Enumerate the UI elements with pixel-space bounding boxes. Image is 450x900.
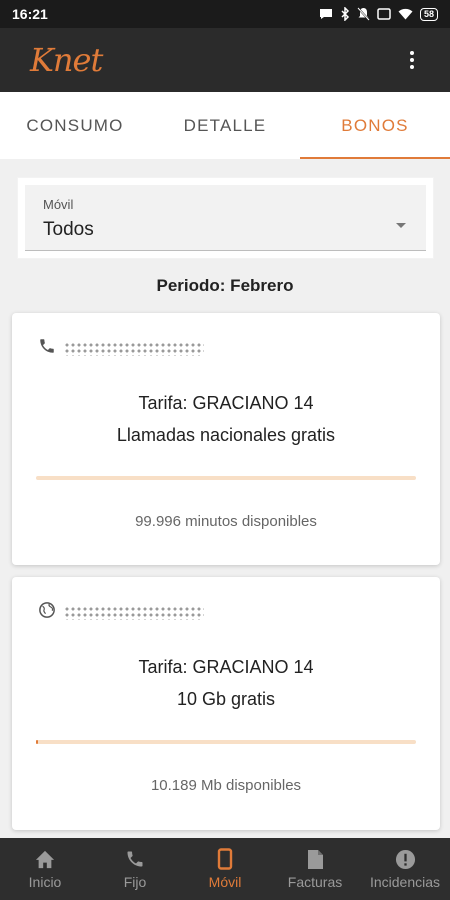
bono-description: Llamadas nacionales gratis <box>116 425 336 445</box>
mute-icon <box>357 7 370 21</box>
nav-movil[interactable]: Móvil <box>180 838 270 900</box>
nav-label: Incidencias <box>369 874 441 890</box>
bono-available: 10.189 Mb disponibles <box>150 777 302 794</box>
screen-icon <box>377 8 391 20</box>
movil-select-value: Todos <box>43 219 94 240</box>
movil-select-card: Móvil Todos <box>18 178 433 258</box>
nav-facturas[interactable]: Facturas <box>270 838 360 900</box>
nav-label: Facturas <box>287 874 343 890</box>
bono-card: Tarifa: GRACIANO 14 Llamadas nacionales … <box>12 313 440 565</box>
wifi-icon <box>398 8 413 20</box>
bono-tariff: Tarifa: GRACIANO 14 <box>138 393 314 413</box>
tab-bonos[interactable]: BONOS <box>300 92 450 159</box>
movil-select-label: Móvil <box>43 197 74 212</box>
globe-icon <box>38 601 56 624</box>
alert-icon <box>395 848 416 870</box>
tab-consumo[interactable]: CONSUMO <box>0 92 150 159</box>
chat-icon <box>319 8 333 20</box>
dropdown-caret-icon <box>396 223 406 228</box>
period-title: Periodo: Febrero <box>156 276 294 295</box>
document-icon <box>307 848 324 870</box>
nav-fijo[interactable]: Fijo <box>90 838 180 900</box>
status-time: 16:21 <box>12 6 48 22</box>
bottom-navigation: Inicio Fijo Móvil Facturas Incidencias <box>0 838 450 900</box>
bono-progress-bar <box>36 476 416 480</box>
bono-card: Tarifa: GRACIANO 14 10 Gb gratis 10.189 … <box>12 577 440 830</box>
bono-line <box>38 337 204 360</box>
more-options-icon[interactable] <box>402 45 422 75</box>
tab-detalle[interactable]: DETALLE <box>150 92 300 159</box>
bono-available: 99.996 minutos disponibles <box>135 513 317 530</box>
nav-label: Fijo <box>123 874 147 890</box>
battery-icon: 58 <box>419 7 438 21</box>
phone-icon <box>125 848 145 870</box>
status-icons: 58 <box>319 7 438 21</box>
mobile-icon <box>217 848 233 870</box>
nav-inicio[interactable]: Inicio <box>0 838 90 900</box>
nav-label: Móvil <box>208 874 242 890</box>
status-bar: 16:21 58 <box>0 0 450 28</box>
bono-progress-bar <box>36 740 416 744</box>
bono-line <box>38 601 204 624</box>
movil-select[interactable]: Móvil Todos <box>25 185 426 251</box>
bono-info: Tarifa: GRACIANO 14 Llamadas nacionales … <box>12 387 440 451</box>
bono-progress-fill <box>36 740 38 744</box>
bono-info: Tarifa: GRACIANO 14 10 Gb gratis <box>12 651 440 715</box>
app-logo: Knet <box>30 41 103 79</box>
bono-description: 10 Gb gratis <box>176 689 276 709</box>
app-bar: Knet <box>0 28 450 92</box>
bono-tariff: Tarifa: GRACIANO 14 <box>138 657 314 677</box>
tab-bar: CONSUMO DETALLE BONOS <box>0 92 450 159</box>
nav-label: Inicio <box>28 874 62 890</box>
phone-icon <box>38 337 56 360</box>
bluetooth-icon <box>340 7 350 21</box>
line-number-redacted <box>64 605 204 620</box>
home-icon <box>34 848 56 870</box>
nav-incidencias[interactable]: Incidencias <box>360 838 450 900</box>
line-number-redacted <box>64 341 204 356</box>
